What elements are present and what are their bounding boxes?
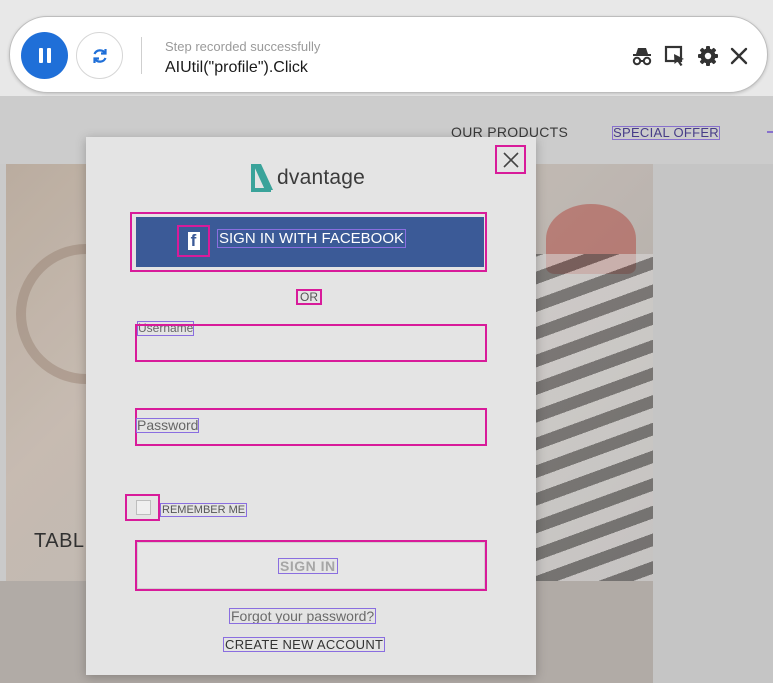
logo-mark-icon	[251, 164, 273, 192]
logo-text: dvantage	[277, 166, 366, 189]
checkbox-square	[136, 500, 151, 515]
create-account-link[interactable]: CREATE NEW ACCOUNT	[222, 637, 386, 652]
facebook-f-icon: f	[187, 232, 200, 250]
sign-in-modal: dvantage f SIGN IN WITH FACEBOOK OR User…	[86, 137, 536, 675]
pause-icon-bar	[46, 48, 51, 63]
facebook-button-label: SIGN IN WITH FACEBOOK	[216, 229, 407, 248]
recorder-toolbar: Step recorded successfully AIUtil("profi…	[9, 16, 768, 93]
recorder-status: Step recorded successfully	[165, 39, 321, 54]
remember-me-checkbox[interactable]	[125, 494, 160, 521]
password-label: Password	[135, 417, 200, 433]
gear-icon[interactable]	[696, 44, 720, 68]
forgot-password-link[interactable]: Forgot your password?	[228, 608, 377, 624]
refresh-button[interactable]	[76, 32, 123, 79]
toolbar-divider	[141, 37, 142, 74]
facebook-icon: f	[177, 225, 210, 257]
pause-button[interactable]	[21, 32, 68, 79]
modal-close-button[interactable]	[495, 145, 526, 174]
close-icon	[502, 151, 519, 168]
advantage-logo: dvantage	[251, 161, 365, 195]
or-separator: OR	[296, 289, 322, 305]
remember-me-label: REMEMBER ME	[159, 503, 248, 517]
username-field[interactable]	[135, 324, 487, 362]
recorded-step: AIUtil("profile").Click	[165, 59, 308, 76]
facebook-signin-button[interactable]: f SIGN IN WITH FACEBOOK	[130, 212, 487, 272]
pause-icon	[38, 48, 43, 63]
close-icon[interactable]	[727, 44, 751, 68]
spy-icon[interactable]	[630, 44, 654, 68]
refresh-icon	[92, 48, 107, 63]
object-select-icon[interactable]	[663, 44, 687, 68]
sign-in-label: SIGN IN	[278, 558, 338, 574]
